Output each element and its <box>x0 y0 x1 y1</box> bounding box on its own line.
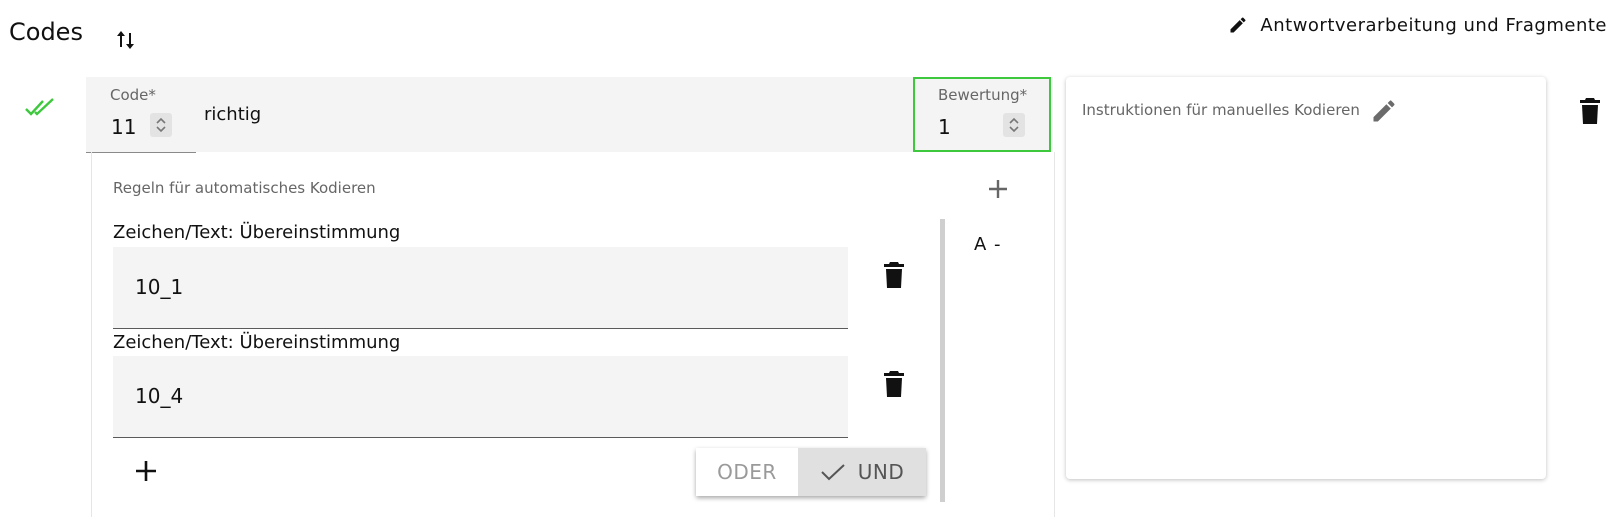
add-rule-plus-icon[interactable] <box>984 175 1012 203</box>
operator-toggle[interactable]: ODER UND <box>696 448 926 496</box>
manual-instructions-card <box>1066 77 1546 479</box>
processing-link-label: Antwortverarbeitung und Fragmente <box>1260 14 1607 36</box>
code-field-label: Code* <box>110 86 156 104</box>
code-spinner[interactable] <box>150 113 172 137</box>
processing-link[interactable]: Antwortverarbeitung und Fragmente <box>1228 12 1607 38</box>
rules-scrollbar[interactable] <box>940 219 945 502</box>
score-field-value[interactable]: 1 <box>938 115 951 139</box>
operator-option-oder[interactable]: ODER <box>696 448 798 496</box>
operator-option-label: ODER <box>717 460 777 484</box>
spinner-icon <box>156 117 166 133</box>
rule-input[interactable]: 10_1 <box>113 247 848 329</box>
rule-label: Zeichen/Text: Übereinstimmung <box>113 332 401 353</box>
rules-title: Regeln für automatisches Kodieren <box>113 179 376 197</box>
score-spinner[interactable] <box>1003 113 1025 137</box>
pencil-icon <box>1230 17 1246 33</box>
trash-icon[interactable] <box>1578 97 1602 125</box>
code-description[interactable]: richtig <box>204 104 261 125</box>
spinner-icon <box>1009 117 1019 133</box>
pencil-icon[interactable] <box>1370 97 1398 125</box>
rule-side-text: A - <box>974 234 1002 255</box>
rule-input[interactable]: 10_4 <box>113 356 848 438</box>
operator-option-und[interactable]: UND <box>798 448 926 496</box>
check-icon <box>821 464 845 481</box>
sort-icon[interactable] <box>114 27 138 53</box>
trash-icon[interactable] <box>883 261 905 289</box>
score-field-label: Bewertung* <box>938 86 1028 104</box>
add-condition-plus-icon[interactable] <box>133 458 159 484</box>
double-check-icon <box>25 98 54 116</box>
page-title: Codes <box>9 18 83 46</box>
manual-instructions-title: Instruktionen für manuelles Kodieren <box>1082 101 1360 119</box>
code-field-value[interactable]: 11 <box>111 115 136 139</box>
operator-option-label: UND <box>857 460 905 484</box>
rule-label: Zeichen/Text: Übereinstimmung <box>113 222 401 243</box>
trash-icon[interactable] <box>883 370 905 398</box>
